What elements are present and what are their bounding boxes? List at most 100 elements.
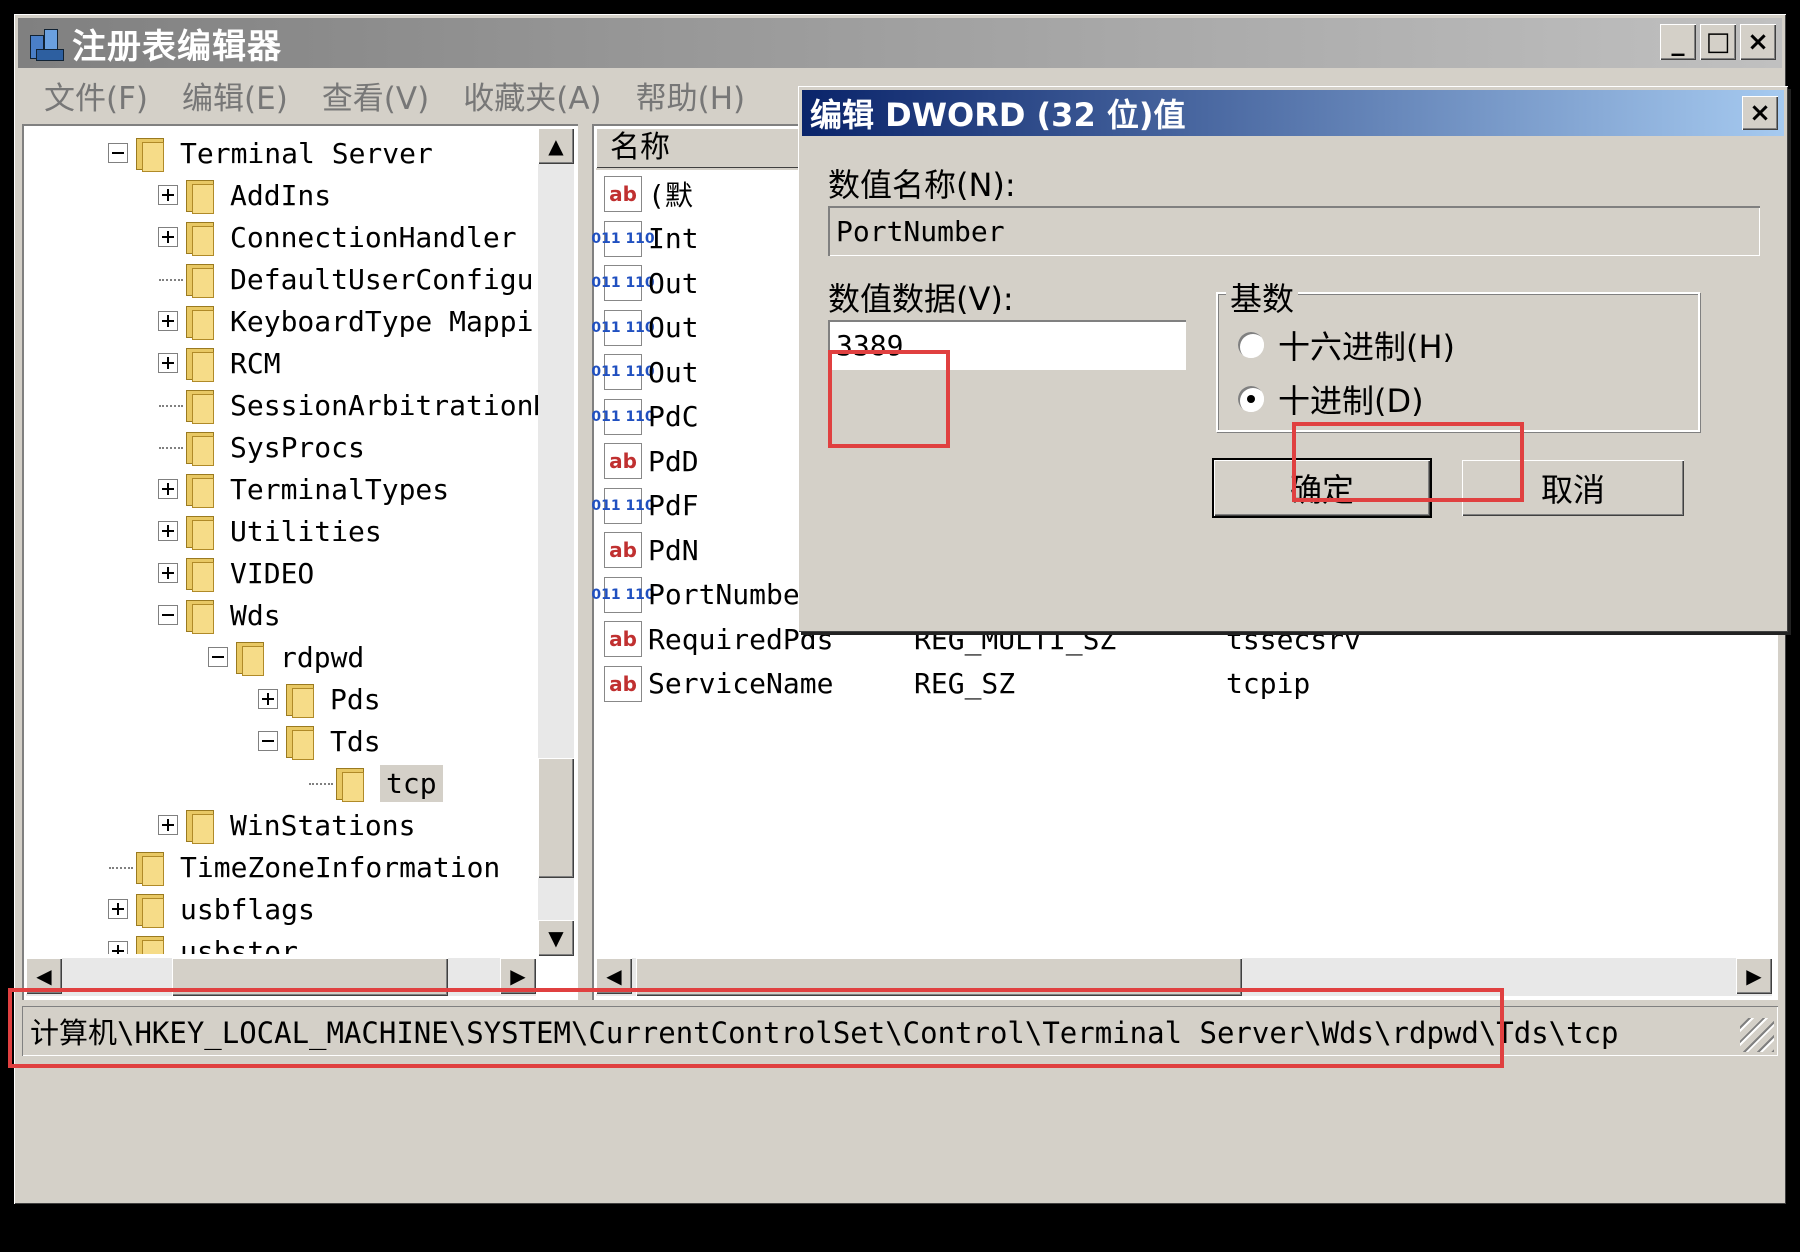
tree-item-label: AddIns [230,178,332,212]
value-name-label: 数值名称(N): [828,166,1016,204]
collapse-minus-icon[interactable] [108,143,128,163]
expand-plus-icon[interactable] [108,941,128,954]
expand-plus-icon[interactable] [158,479,178,499]
collapse-minus-icon[interactable] [158,605,178,625]
value-name: Int [648,222,699,255]
tree-item[interactable]: rdpwd [208,636,364,678]
tree-item[interactable]: Terminal Server [108,132,433,174]
dialog-close-button[interactable]: × [1742,96,1778,130]
value-name: PdC [648,400,699,433]
tree-item[interactable]: Wds [158,594,281,636]
string-value-icon: ab [604,665,642,702]
radio-dec-indicator[interactable] [1238,386,1264,412]
folder-icon [184,178,214,214]
highlight-box-value-data [828,350,950,448]
binary-value-icon: 011 110 [592,354,655,390]
tree-item-label: usbstor [180,934,299,955]
tree-connector-icon [308,773,333,793]
scroll-right-arrow-icon[interactable]: ▶ [1736,958,1772,994]
dialog-title-bar[interactable]: 编辑 DWORD (32 位)值 × [802,90,1784,136]
menu-help[interactable]: 帮助(H) [636,73,746,118]
tree-item[interactable]: tcp [308,762,443,804]
tree-vscroll-thumb[interactable] [538,758,574,878]
minimize-button[interactable]: _ [1660,24,1696,60]
value-name: PortNumber [648,578,817,611]
value-name: Out [648,266,699,300]
tree-connector-icon [158,437,183,457]
folder-icon [334,766,364,802]
tree-item[interactable]: VIDEO [158,552,314,594]
value-row[interactable]: ab ServiceName REG_SZ tcpip [604,662,1754,706]
expand-plus-icon[interactable] [158,185,178,205]
value-data: tcpip [1226,667,1311,700]
expand-plus-icon[interactable] [158,815,178,835]
value-name: PdF [648,489,699,522]
radio-hex-indicator[interactable] [1238,332,1264,358]
binary-value-icon: 011 110 [592,265,655,301]
tree-item[interactable]: usbflags [108,888,315,930]
maximize-button[interactable]: □ [1700,24,1736,60]
tree-item[interactable]: Tds [258,720,381,762]
tree-item-label: KeyboardType Mappir [230,304,542,338]
tree-item[interactable]: SessionArbitrationH [158,384,542,426]
expand-plus-icon[interactable] [158,563,178,583]
tree-item[interactable]: AddIns [158,174,331,216]
scroll-up-arrow-icon[interactable]: ▲ [538,128,574,164]
radio-decimal[interactable]: 十进制(D) [1238,376,1424,422]
tree-item[interactable]: KeyboardType Mappir [158,300,542,342]
folder-icon [234,640,264,676]
value-name: Out [648,311,699,344]
tree-item[interactable]: RCM [158,342,281,384]
tree-connector-icon [158,395,183,415]
expand-plus-icon[interactable] [108,899,128,919]
binary-value-icon: 011 110 [592,309,655,346]
tree-item-label: TerminalTypes [230,472,450,506]
expand-plus-icon[interactable] [258,689,278,709]
tree-item[interactable]: ConnectionHandler [158,216,517,258]
tree-item-label: SysProcs [230,430,365,464]
tree-item-label: DefaultUserConfigur [230,262,542,296]
key-tree-pane[interactable]: Terminal Server AddIns ConnectionHandler De… [22,124,578,1000]
radio-hexadecimal[interactable]: 十六进制(H) [1238,322,1455,368]
key-tree: Terminal Server AddIns ConnectionHandler De… [22,124,542,954]
tree-item-label: usbflags [180,892,315,926]
folder-icon [184,808,214,844]
tree-item-label: Tds [330,724,381,758]
menu-file[interactable]: 文件(F) [44,73,148,118]
folder-icon [134,850,164,886]
tree-item-label: VIDEO [230,556,315,590]
tree-item[interactable]: TerminalTypes [158,468,449,510]
folder-icon [184,472,214,508]
close-button[interactable]: × [1740,24,1776,60]
tree-item[interactable]: SysProcs [158,426,365,468]
value-name: PdN [648,533,699,567]
menu-edit[interactable]: 编辑(E) [182,73,288,118]
folder-icon [184,304,214,340]
expand-plus-icon[interactable] [158,521,178,541]
menu-view[interactable]: 查看(V) [322,73,429,118]
scroll-down-arrow-icon[interactable]: ▼ [538,920,574,956]
collapse-minus-icon[interactable] [258,731,278,751]
tree-item[interactable]: TimeZoneInformation [108,846,500,888]
expand-plus-icon[interactable] [158,311,178,331]
binary-value-icon: 011 110 [592,398,655,435]
menu-favorites[interactable]: 收藏夹(A) [463,73,601,118]
tree-item-label: tcp [380,764,443,802]
tree-item[interactable]: Pds [258,678,381,720]
title-bar[interactable]: 注册表编辑器 _ □ × [18,18,1782,68]
expand-plus-icon[interactable] [158,227,178,247]
tree-vertical-scrollbar[interactable]: ▲ ▼ [538,128,574,956]
expand-plus-icon[interactable] [158,353,178,373]
string-value-icon: ab [604,621,642,657]
resize-grip-icon[interactable] [1740,1018,1774,1052]
tree-item[interactable]: usbstor [108,930,298,954]
tree-item[interactable]: WinStations [158,804,415,846]
tree-item[interactable]: DefaultUserConfigur [158,258,542,300]
tree-item[interactable]: Utilities [158,510,382,552]
collapse-minus-icon[interactable] [208,647,228,667]
highlight-box-decimal [1292,422,1524,502]
folder-icon [184,346,214,382]
tree-item-label: TimeZoneInformation [180,850,501,884]
highlight-box-status-path [8,988,1504,1068]
folder-icon [284,682,314,718]
